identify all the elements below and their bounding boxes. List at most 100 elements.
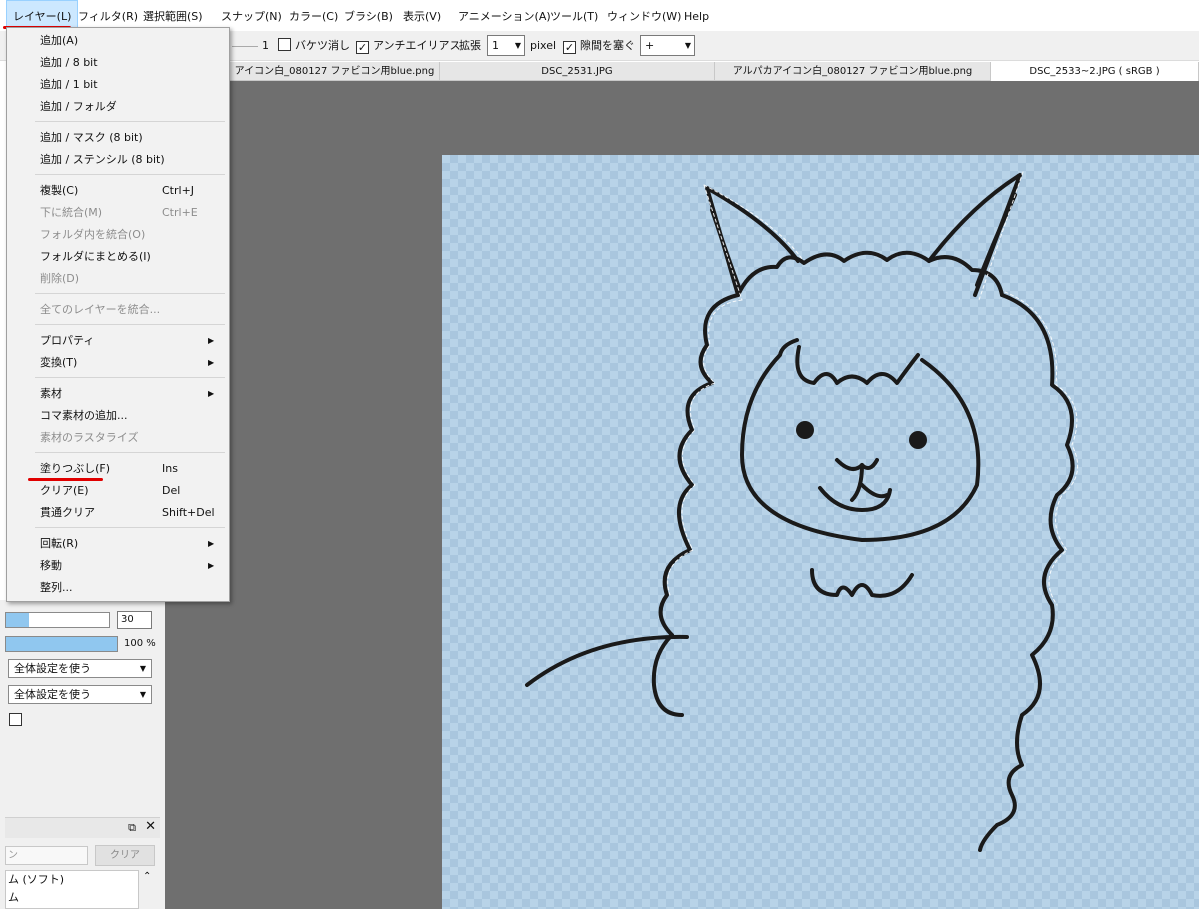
- menu-item-material[interactable]: 素材 ▶: [8, 383, 228, 405]
- submenu-arrow-icon: ▶: [208, 358, 215, 367]
- layer-menu-dropdown: 追加(A) 追加 / 8 bit 追加 / 1 bit 追加 / フォルダ追加 / マ…: [6, 27, 230, 602]
- close-gap-label: 隙間を塞ぐ: [580, 39, 635, 52]
- menu-item-rasterize-material: 素材のラスタライズ: [8, 427, 228, 449]
- antialias-checkbox[interactable]: ✓ アンチエイリアス: [356, 36, 461, 56]
- menu-item-shortcut: Shift+Del: [162, 506, 215, 519]
- menu-item-shortcut: Ins: [162, 462, 178, 475]
- menu-window[interactable]: ウィンドウ(W): [601, 0, 687, 31]
- menu-separator: [35, 377, 225, 378]
- menu-item-label: 追加 / ステンシル (8 bit): [40, 153, 165, 166]
- submenu-arrow-icon: ▶: [208, 561, 215, 570]
- scroll-up-icon[interactable]: ⌃: [143, 871, 151, 882]
- menu-animation[interactable]: アニメーション(A): [452, 0, 557, 31]
- menu-separator: [35, 174, 225, 175]
- menu-item-add-frame-material[interactable]: コマ素材の追加...: [8, 405, 228, 427]
- menu-item-shortcut: Ctrl+J: [162, 184, 195, 197]
- menu-item-duplicate[interactable]: 複製(C) Ctrl+J: [8, 180, 228, 202]
- menu-item-label: 素材: [40, 387, 62, 400]
- bucket-erase-label: バケツ消し: [295, 39, 350, 52]
- menu-color[interactable]: カラー(C): [283, 0, 344, 31]
- menu-item-label: 削除(D): [40, 272, 80, 285]
- alpaca-drawing: [525, 171, 1079, 852]
- tab-document-2[interactable]: DSC_2531.JPG: [440, 62, 715, 81]
- menu-separator: [35, 121, 225, 122]
- brush-list-scrollbar[interactable]: ⌃: [139, 870, 157, 909]
- bucket-erase-checkbox[interactable]: バケツ消し: [278, 36, 350, 56]
- menu-item-label: フォルダにまとめる(I): [40, 250, 151, 263]
- check-icon[interactable]: ✓: [563, 41, 576, 54]
- menu-item-label: 追加 / マスク (8 bit): [40, 131, 143, 144]
- check-icon[interactable]: ✓: [356, 41, 369, 54]
- menu-separator: [35, 293, 225, 294]
- menu-item-move[interactable]: 移動 ▶: [8, 555, 228, 577]
- brush-size-slider[interactable]: [5, 612, 110, 628]
- menu-item-add[interactable]: 追加(A): [8, 30, 228, 52]
- tab-document-1[interactable]: アイコン白_080127 ファビコン用blue.png: [230, 62, 440, 81]
- gap-select[interactable]: + ▼: [640, 35, 695, 56]
- expand-select[interactable]: 1 ▼: [487, 35, 525, 56]
- tab-document-3[interactable]: アルパカアイコン白_080127 ファビコン用blue.png: [715, 62, 991, 81]
- menu-item-merge-down: 下に統合(M) Ctrl+E: [8, 202, 228, 224]
- menu-item-label: 追加 / 1 bit: [40, 78, 98, 91]
- menu-help[interactable]: Help: [678, 0, 715, 31]
- partial-slider-track[interactable]: [232, 46, 258, 47]
- tab-document-4[interactable]: DSC_2533~2.JPG ( sRGB ): [991, 62, 1199, 82]
- brush-search-input[interactable]: ン: [5, 846, 88, 865]
- setting-combo-1-value: 全体設定を使う: [14, 662, 91, 675]
- menu-item-add-folder[interactable]: 追加 / フォルダ: [8, 96, 228, 118]
- menu-item-rotate[interactable]: 回転(R) ▶: [8, 533, 228, 555]
- menu-item-add-8bit[interactable]: 追加 / 8 bit: [8, 52, 228, 74]
- menu-item-label: 追加(A): [40, 34, 79, 47]
- annotation-underline-fill: [28, 478, 103, 481]
- menu-item-align[interactable]: 整列...: [8, 577, 228, 599]
- menu-item-label: 変換(T): [40, 356, 78, 369]
- menu-item-label: 複製(C): [40, 184, 79, 197]
- document-canvas[interactable]: [442, 155, 1199, 909]
- opacity-fill: [6, 637, 117, 651]
- menu-item-label: 追加 / 8 bit: [40, 56, 98, 69]
- menu-item-add-mask[interactable]: 追加 / マスク (8 bit): [8, 127, 228, 149]
- chevron-down-icon: ▼: [684, 41, 691, 50]
- document-tabs: アイコン白_080127 ファビコン用blue.png DSC_2531.JPG…: [230, 62, 1199, 82]
- expand-value: 1: [492, 39, 499, 52]
- chevron-down-icon: ▼: [139, 664, 146, 673]
- menu-item-label: 下に統合(M): [40, 206, 103, 219]
- menu-item-label: 追加 / フォルダ: [40, 100, 117, 113]
- close-icon[interactable]: ✕: [145, 819, 156, 834]
- menu-item-label: フォルダ内を統合(O): [40, 228, 146, 241]
- setting-combo-2-value: 全体設定を使う: [14, 688, 91, 701]
- option-checkbox[interactable]: [9, 713, 22, 726]
- menu-brush[interactable]: ブラシ(B): [338, 0, 399, 31]
- setting-combo-1[interactable]: 全体設定を使う ▼: [8, 659, 152, 678]
- brush-size-fill: [6, 613, 29, 627]
- chevron-down-icon: ▼: [139, 690, 146, 699]
- menu-item-merge-folder: フォルダ内を統合(O): [8, 224, 228, 246]
- brush-size-input[interactable]: 30: [117, 611, 152, 629]
- opacity-slider[interactable]: [5, 636, 118, 652]
- list-item[interactable]: ム (ソフト): [6, 871, 138, 889]
- menu-tool[interactable]: ツール(T): [544, 0, 604, 31]
- menu-item-label: 素材のラスタライズ: [40, 431, 139, 444]
- menu-item-shortcut: Del: [162, 484, 181, 497]
- menu-item-label: 移動: [40, 559, 62, 572]
- float-icon[interactable]: ⧉: [128, 821, 136, 835]
- clear-button[interactable]: クリア: [95, 845, 155, 866]
- menu-item-properties[interactable]: プロパティ ▶: [8, 330, 228, 352]
- bucket-erase-checkbox-box[interactable]: [278, 38, 291, 51]
- brush-panel-header: ⧉ ✕: [5, 817, 160, 838]
- menu-item-convert[interactable]: 変換(T) ▶: [8, 352, 228, 374]
- close-gap-checkbox[interactable]: ✓ 隙間を塞ぐ: [563, 36, 635, 56]
- menu-view[interactable]: 表示(V): [397, 0, 447, 31]
- menu-item-clear[interactable]: クリア(E) Del: [8, 480, 228, 502]
- menu-item-add-stencil[interactable]: 追加 / ステンシル (8 bit): [8, 149, 228, 171]
- menu-item-fill[interactable]: 塗りつぶし(F) Ins: [8, 458, 228, 480]
- list-item[interactable]: ム: [6, 889, 138, 907]
- setting-combo-2[interactable]: 全体設定を使う ▼: [8, 685, 152, 704]
- antialias-label: アンチエイリアス: [373, 39, 461, 52]
- menu-item-label: 塗りつぶし(F): [40, 462, 111, 475]
- chevron-down-icon: ▼: [514, 41, 521, 50]
- menu-item-add-1bit[interactable]: 追加 / 1 bit: [8, 74, 228, 96]
- menu-item-group-into-folder[interactable]: フォルダにまとめる(I): [8, 246, 228, 268]
- menu-item-clear-through[interactable]: 貫通クリア Shift+Del: [8, 502, 228, 524]
- menu-item-label: 整列...: [40, 581, 73, 594]
